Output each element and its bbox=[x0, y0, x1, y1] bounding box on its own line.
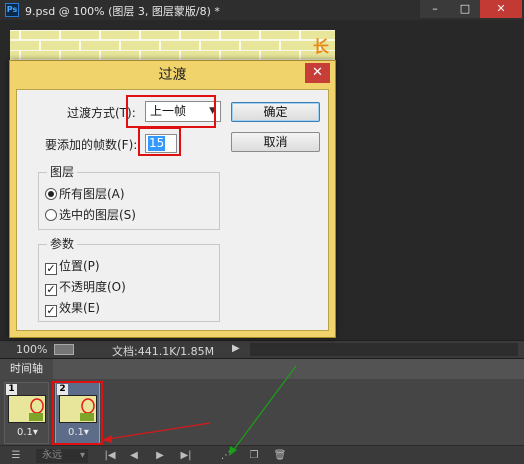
highlight-box-frame-2 bbox=[52, 381, 103, 445]
dialog-title: 过渡 bbox=[158, 67, 187, 83]
parameters-group: 参数 ✓ 位置(P) ✓ 不透明度(O) ✓ 效果(E) bbox=[38, 237, 220, 322]
dialog-close-button[interactable]: ✕ bbox=[305, 63, 330, 83]
layers-group: 图层 所有图层(A) 选中的图层(S) bbox=[38, 165, 220, 230]
layers-group-title: 图层 bbox=[47, 165, 78, 179]
checkbox-opacity[interactable]: ✓ 不透明度(O) bbox=[45, 280, 126, 296]
highlight-box-tween-with bbox=[126, 95, 216, 128]
checkmark-icon: ✓ bbox=[45, 262, 57, 275]
checkmark-icon: ✓ bbox=[45, 283, 57, 296]
parameters-group-title: 参数 bbox=[47, 237, 78, 251]
radio-selected-layers[interactable]: 选中的图层(S) bbox=[45, 208, 136, 222]
frames-to-add-label: 要添加的帧数(F): bbox=[45, 138, 138, 152]
ok-button[interactable]: 确定 bbox=[231, 102, 320, 122]
radio-unselected-icon bbox=[45, 209, 57, 221]
radio-selected-icon bbox=[45, 188, 57, 200]
checkmark-icon: ✓ bbox=[45, 304, 57, 317]
checkbox-position[interactable]: ✓ 位置(P) bbox=[45, 259, 100, 275]
checkbox-effects[interactable]: ✓ 效果(E) bbox=[45, 301, 100, 317]
cancel-button[interactable]: 取消 bbox=[231, 132, 320, 152]
radio-all-layers[interactable]: 所有图层(A) bbox=[45, 187, 125, 201]
highlight-box-frames bbox=[138, 127, 181, 156]
